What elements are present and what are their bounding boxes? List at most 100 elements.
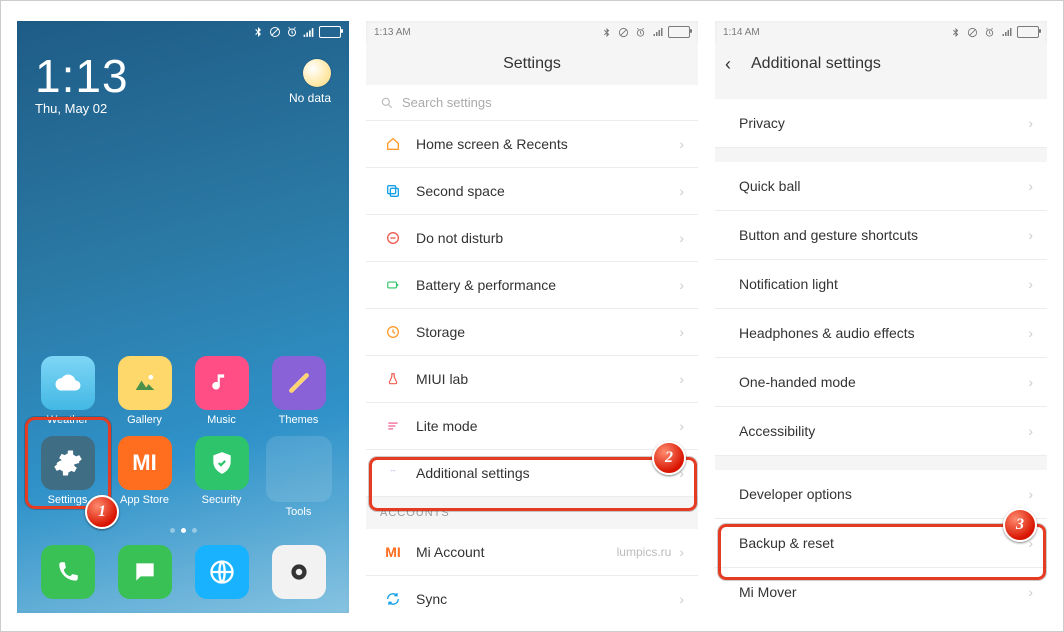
item-label: Headphones & audio effects [739,325,1028,341]
item-backup-reset[interactable]: Backup & reset› [715,519,1047,568]
app-label: Themes [279,414,319,426]
chevron-right-icon: › [679,591,684,607]
app-label: Tools [286,506,312,518]
item-notification-light[interactable]: Notification light› [715,260,1047,309]
battery-item-icon [380,278,406,292]
chevron-right-icon: › [679,230,684,246]
status-bar: 1:14 AM [715,21,1047,43]
dock-camera[interactable] [272,545,326,599]
item-accessibility[interactable]: Accessibility› [715,407,1047,456]
dnd-icon [617,26,630,39]
gallery-app-icon [118,356,172,410]
settings-app-icon [41,436,95,490]
search-placeholder: Search settings [402,95,492,110]
app-label: Gallery [127,414,162,426]
chevron-right-icon: › [679,324,684,340]
bluetooth-icon [251,26,264,39]
item-one-handed[interactable]: One-handed mode› [715,358,1047,407]
status-time: 1:13 AM [374,27,411,38]
search-settings[interactable]: Search settings [366,85,698,121]
music-app-icon [195,356,249,410]
item-label: Lite mode [416,418,679,434]
settings-title: Settings [366,43,698,85]
item-developer-options[interactable]: Developer options› [715,470,1047,519]
chevron-right-icon: › [1028,423,1033,439]
tools-folder-icon [266,436,332,502]
mi-account-value: lumpics.ru [617,545,672,559]
item-dnd[interactable]: Do not disturb › [366,215,698,262]
highlight-badge-2: 2 [652,441,686,475]
more-icon [380,470,406,476]
item-battery[interactable]: Battery & performance › [366,262,698,309]
additional-settings-title: ‹ Additional settings [715,43,1047,85]
item-home-screen[interactable]: Home screen & Recents › [366,121,698,168]
phone-home-screen: 1:13 Thu, May 02 No data Weather Gallery… [17,21,349,613]
item-label: Second space [416,183,679,199]
app-weather[interactable]: Weather [31,356,104,426]
item-label: Mi Account [416,544,617,560]
item-sync[interactable]: Sync › [366,576,698,613]
app-gallery[interactable]: Gallery [108,356,181,426]
settings-list[interactable]: Home screen & Recents › Second space › D… [366,121,698,613]
item-mi-mover[interactable]: Mi Mover› [715,568,1047,613]
mi-icon: MI [380,544,406,560]
item-headphones[interactable]: Headphones & audio effects› [715,309,1047,358]
page-indicator [17,518,349,539]
phone-settings-screen: 1:13 AM Settings Search settings Home sc… [366,21,698,613]
app-music[interactable]: Music [185,356,258,426]
home-icon [380,136,406,152]
app-label: Security [202,494,242,506]
item-button-gesture[interactable]: Button and gesture shortcuts› [715,211,1047,260]
item-storage[interactable]: Storage › [366,309,698,356]
item-label: MIUI lab [416,371,679,387]
signal-icon [1000,26,1013,39]
dock [17,539,349,613]
clock-date: Thu, May 02 [35,101,129,116]
app-themes[interactable]: Themes [262,356,335,426]
app-appstore[interactable]: MI App Store [108,436,181,518]
chevron-right-icon: › [679,418,684,434]
status-icons [949,26,1039,39]
apps-row-2: Settings MI App Store Security Tools [17,436,349,518]
status-icons [600,26,690,39]
highlight-badge-1: 1 [85,495,119,529]
item-lite-mode[interactable]: Lite mode › [366,403,698,450]
chevron-right-icon: › [679,183,684,199]
storage-icon [380,324,406,340]
alarm-icon [285,26,298,39]
app-tools-folder[interactable]: Tools [262,436,335,518]
lab-icon [380,371,406,387]
chevron-right-icon: › [1028,374,1033,390]
dock-browser[interactable] [195,545,249,599]
additional-settings-list[interactable]: Privacy› Quick ball› Button and gesture … [715,99,1047,613]
security-app-icon [195,436,249,490]
item-quick-ball[interactable]: Quick ball› [715,162,1047,211]
weather-widget[interactable]: No data [289,53,331,105]
item-mi-account[interactable]: MI Mi Account lumpics.ru › [366,529,698,576]
dock-messages[interactable] [118,545,172,599]
back-button[interactable]: ‹ [725,54,731,75]
phone-additional-settings: 1:14 AM ‹ Additional settings Privacy› Q… [715,21,1047,613]
item-label: Additional settings [416,465,679,481]
item-miui-lab[interactable]: MIUI lab › [366,356,698,403]
dock-phone[interactable] [41,545,95,599]
alarm-icon [983,26,996,39]
section-accounts: ACCOUNTS [366,497,698,529]
second-space-icon [380,183,406,199]
app-label: Weather [47,414,88,426]
item-second-space[interactable]: Second space › [366,168,698,215]
app-label: App Store [120,494,169,506]
alarm-icon [634,26,647,39]
app-security[interactable]: Security [185,436,258,518]
item-label: Sync [416,591,679,607]
signal-icon [302,26,315,39]
item-privacy[interactable]: Privacy› [715,99,1047,148]
item-label: Backup & reset [739,535,1028,551]
status-time: 1:14 AM [723,27,760,38]
search-icon [380,96,394,110]
item-additional-settings[interactable]: Additional settings › [366,450,698,497]
appstore-app-icon: MI [118,436,172,490]
settings-title-text: Settings [503,55,561,73]
item-label: Battery & performance [416,277,679,293]
chevron-right-icon: › [1028,115,1033,131]
